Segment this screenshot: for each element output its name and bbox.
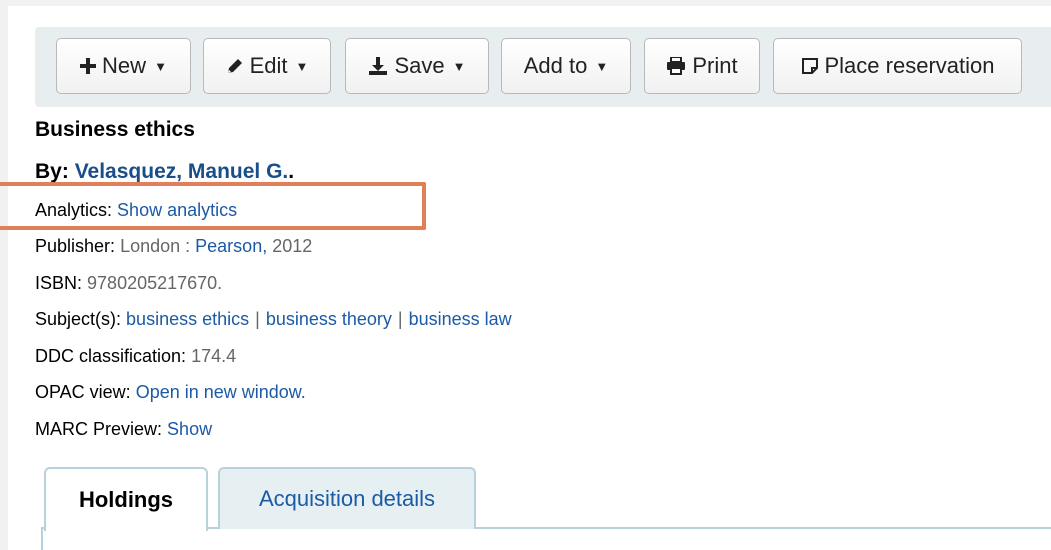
new-button[interactable]: New ▼: [56, 38, 191, 94]
download-icon: [368, 56, 388, 76]
isbn-value: 9780205217670.: [87, 273, 223, 293]
window-frame-top: [0, 0, 1051, 6]
publisher-label: Publisher:: [35, 236, 116, 256]
tab-holdings-label: Holdings: [78, 487, 174, 512]
record-title: Business ethics: [35, 118, 195, 141]
pencil-icon: [226, 57, 244, 75]
analytics-highlight-box: [0, 182, 426, 230]
edit-button-label: Edit: [249, 53, 288, 78]
publisher-link[interactable]: Pearson,: [195, 236, 267, 256]
author-by-label: By:: [35, 160, 69, 183]
tab-acquisition-details[interactable]: Acquisition details: [218, 467, 476, 529]
record-toolbar: New ▼ Edit ▼ Save ▼ Add to ▼ Print Place…: [35, 27, 1051, 107]
author-suffix: .: [288, 160, 295, 183]
save-button[interactable]: Save ▼: [345, 38, 489, 94]
place-reservation-button-label: Place reservation: [824, 53, 995, 78]
sticky-note-icon: [801, 57, 819, 75]
print-button[interactable]: Print: [644, 38, 760, 94]
subject-link[interactable]: business ethics: [126, 309, 249, 329]
new-button-label: New: [102, 53, 147, 78]
save-button-label: Save: [394, 53, 445, 78]
marc-label: MARC Preview:: [35, 419, 163, 439]
author-line: By: Velasquez, Manuel G..: [35, 160, 294, 184]
window-frame-left: [0, 0, 8, 550]
add-to-button[interactable]: Add to ▼: [501, 38, 631, 94]
subject-link[interactable]: business theory: [266, 309, 392, 329]
tab-panel-border: [41, 527, 43, 550]
tab-holdings[interactable]: Holdings: [44, 467, 208, 531]
caret-down-icon: ▼: [295, 58, 309, 74]
caret-down-icon: ▼: [595, 58, 609, 74]
publisher-place: London :: [120, 236, 191, 256]
author-link[interactable]: Velasquez, Manuel G.: [75, 160, 289, 183]
place-reservation-button[interactable]: Place reservation: [773, 38, 1022, 94]
subject-link[interactable]: business law: [409, 309, 512, 329]
marc-show-link[interactable]: Show: [167, 419, 212, 439]
isbn-label: ISBN:: [35, 273, 83, 293]
subjects-label: Subject(s):: [35, 309, 122, 329]
printer-icon: [666, 57, 686, 75]
print-button-label: Print: [692, 53, 738, 78]
subject-separator: |: [397, 309, 403, 329]
opac-label: OPAC view:: [35, 382, 131, 402]
subject-separator: |: [255, 309, 260, 329]
ddc-value: 174.4: [191, 346, 237, 366]
ddc-row: DDC classification: 174.4: [35, 346, 236, 367]
publisher-year: 2012: [272, 236, 313, 256]
add-to-button-label: Add to: [523, 53, 588, 78]
caret-down-icon: ▼: [452, 58, 466, 74]
marc-row: MARC Preview: Show: [35, 419, 212, 440]
publisher-row: Publisher: London : Pearson, 2012: [35, 236, 312, 257]
isbn-row: ISBN: 9780205217670.: [35, 273, 222, 294]
caret-down-icon: ▼: [154, 58, 167, 74]
opac-row: OPAC view: Open in new window.: [35, 382, 306, 403]
edit-button[interactable]: Edit ▼: [203, 38, 331, 94]
plus-icon: [80, 58, 97, 74]
ddc-label: DDC classification:: [35, 346, 187, 366]
tab-acquisition-details-label: Acquisition details: [258, 486, 436, 511]
opac-open-link[interactable]: Open in new window.: [136, 382, 306, 402]
subjects-row: Subject(s): business ethics | business the…: [35, 309, 512, 330]
